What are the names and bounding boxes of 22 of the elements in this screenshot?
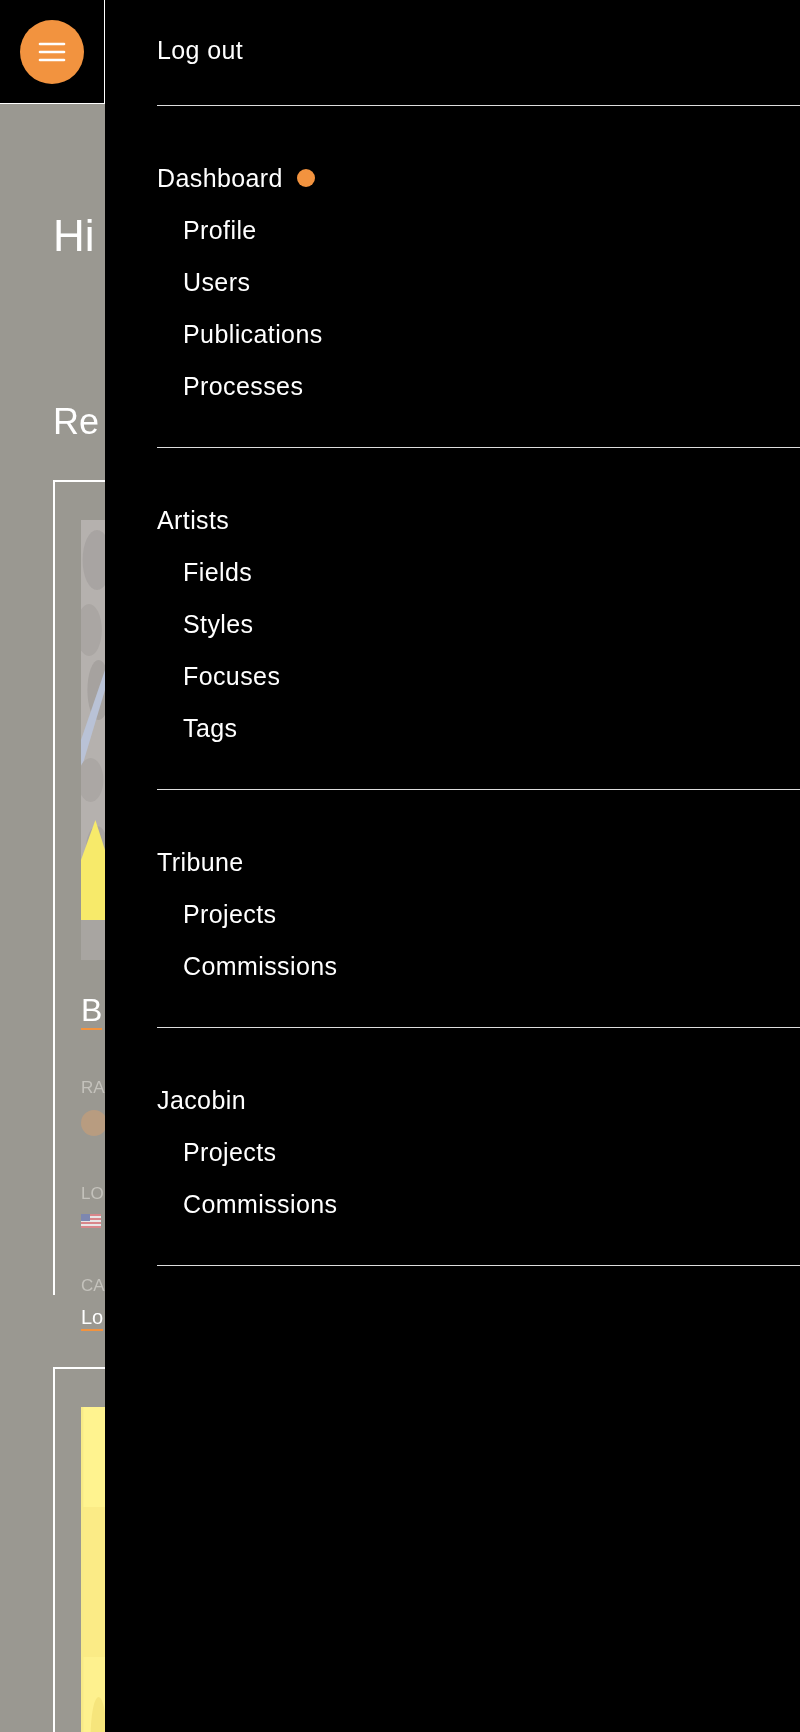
menu-item[interactable]: Fields: [183, 557, 253, 587]
menu-item[interactable]: Publications: [183, 319, 323, 349]
menu-item[interactable]: Projects: [183, 899, 277, 929]
menu-item[interactable]: Tags: [183, 713, 238, 743]
menu-item[interactable]: Profile: [183, 215, 257, 245]
menu-item[interactable]: Styles: [183, 609, 254, 639]
menu-item[interactable]: Commissions: [183, 1189, 338, 1219]
flag-icon: [81, 1214, 101, 1228]
menu-item[interactable]: Users: [183, 267, 251, 297]
section-link[interactable]: Artists: [157, 505, 230, 535]
greeting-heading: Hi: [53, 210, 96, 262]
section-link[interactable]: Jacobin: [157, 1085, 246, 1115]
avatar-icon: [81, 1110, 105, 1136]
section-link[interactable]: Dashboard: [157, 163, 283, 193]
menu-icon: [38, 40, 66, 63]
logout-link[interactable]: Log out: [157, 35, 244, 65]
section-heading: Re: [53, 400, 101, 444]
section-link[interactable]: Tribune: [157, 847, 244, 877]
menu-item[interactable]: Commissions: [183, 951, 338, 981]
menu-item[interactable]: Processes: [183, 371, 304, 401]
menu-item[interactable]: Projects: [183, 1137, 277, 1167]
menu-item[interactable]: Focuses: [183, 661, 281, 691]
